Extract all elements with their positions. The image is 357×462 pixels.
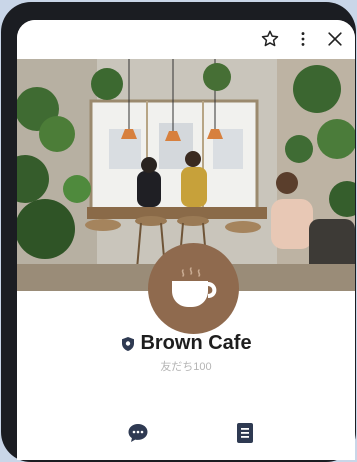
chat-button[interactable] [123,418,153,448]
more-vertical-icon [301,32,305,46]
coffee-cup-icon [171,266,216,307]
close-icon [328,32,342,46]
profile-name-row: Brown Cafe [17,332,355,355]
shield-badge-icon [122,336,135,351]
friends-count[interactable]: 友だち100 [17,358,355,374]
star-icon [261,30,279,47]
more-options-button[interactable] [288,24,318,54]
avatar[interactable] [148,243,239,334]
favorite-button[interactable] [255,24,285,54]
document-icon [237,423,253,443]
top-bar [17,20,355,59]
close-button[interactable] [320,24,350,54]
notes-button[interactable] [230,418,260,448]
phone-frame: Brown Cafe 友だち100 [1,2,356,462]
profile-name: Brown Cafe [140,332,252,354]
chat-bubble-icon [128,424,148,442]
profile-screen: Brown Cafe 友だち100 [17,20,355,460]
